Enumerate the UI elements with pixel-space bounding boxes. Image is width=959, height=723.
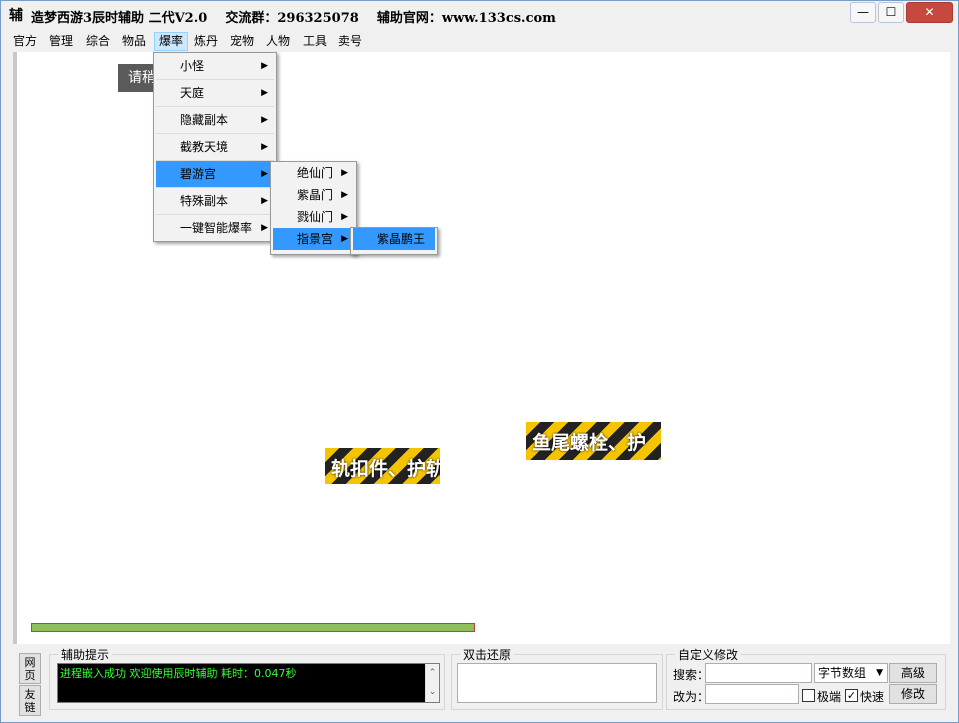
progress-bar [31, 623, 475, 632]
menu-bar: 官方 管理 综合 物品 爆率 炼丹 宠物 人物 工具 卖号 [9, 31, 951, 51]
search-input[interactable] [705, 663, 812, 683]
drop-rate-menu: 小怪 ▶ 天庭 ▶ 隐藏副本 ▶ 截教天境 ▶ 碧游宫 ▶ 特殊副本 ▶ 一键智能爆率 ▶ [153, 52, 277, 242]
fast-checkbox[interactable]: ✓ [845, 689, 858, 702]
submenu-arrow-icon: ▶ [341, 190, 348, 200]
change-label: 改为： [673, 690, 710, 704]
biyou-submenu: 绝仙门 ▶ 紫晶门 ▶ 戮仙门 ▶ 指景宫 ▶ [270, 161, 357, 255]
menu-item-special-dungeon[interactable]: 特殊副本 ▶ [156, 188, 274, 215]
log-scrollbar[interactable]: ⌃ ⌄ [425, 664, 439, 702]
maximize-button[interactable]: ☐ [878, 2, 904, 23]
advanced-button[interactable]: 高级 [889, 663, 937, 683]
submenu-arrow-icon: ▶ [261, 196, 268, 206]
close-button[interactable]: ✕ [906, 2, 953, 23]
menu-character[interactable]: 人物 [262, 32, 294, 51]
window-title: 造梦西游3辰时辅助 二代V2.0 交流群：296325078 辅助官网：www.… [31, 11, 556, 26]
left-strip [13, 52, 17, 644]
banner-image-1: 轨扣件、护轨 [325, 448, 440, 484]
submenu-arrow-icon: ▶ [341, 212, 348, 222]
submenu-arrow-icon: ▶ [341, 234, 348, 244]
fast-label: 快速 [860, 690, 885, 704]
main-window: 辅 造梦西游3辰时辅助 二代V2.0 交流群：296325078 辅助官网：ww… [0, 0, 959, 723]
menu-tools[interactable]: 工具 [299, 32, 331, 51]
submenu-arrow-icon: ▶ [261, 115, 268, 125]
log-output[interactable]: 进程嵌入成功 欢迎使用辰时辅助 耗时：0.047秒 ⌃ ⌄ [57, 663, 440, 703]
links-button[interactable]: 友链 [19, 685, 41, 716]
menu-item-monsters[interactable]: 小怪 ▶ [156, 53, 274, 80]
title-bar[interactable]: 辅 造梦西游3辰时辅助 二代V2.0 交流群：296325078 辅助官网：ww… [1, 1, 958, 30]
banner-text-1: 轨扣件、护轨 [331, 458, 440, 480]
submenu-arrow-icon: ▶ [341, 168, 348, 178]
submenu-arrow-icon: ▶ [261, 223, 268, 233]
log-text: 进程嵌入成功 欢迎使用辰时辅助 耗时：0.047秒 [60, 667, 297, 680]
custom-group-label: 自定义修改 [675, 646, 742, 663]
banner-image-2: 鱼尾螺栓、护 [526, 422, 661, 460]
submenu-item-zijing-pengwang[interactable]: 紫晶鹏王 [353, 228, 435, 250]
zhijing-submenu: 紫晶鹏王 [350, 227, 438, 255]
type-select[interactable]: 字节数组 ▼ [814, 663, 888, 683]
modify-button[interactable]: 修改 [889, 684, 937, 704]
submenu-arrow-icon: ▶ [261, 169, 268, 179]
restore-group-label: 双击还原 [460, 646, 515, 663]
menu-item-smart-rate[interactable]: 一键智能爆率 ▶ [156, 215, 274, 242]
restore-box[interactable] [457, 663, 657, 703]
web-button[interactable]: 网页 [19, 653, 41, 684]
menu-official[interactable]: 官方 [9, 32, 41, 51]
submenu-arrow-icon: ▶ [261, 142, 268, 152]
banner-text-2: 鱼尾螺栓、护 [532, 432, 647, 454]
chevron-down-icon: ▼ [876, 668, 883, 678]
menu-drop-rate[interactable]: 爆率 [154, 32, 189, 51]
menu-general[interactable]: 综合 [82, 32, 114, 51]
menu-item-jiejiao[interactable]: 截教天境 ▶ [156, 134, 274, 161]
menu-sell-account[interactable]: 卖号 [334, 32, 366, 51]
menu-pets[interactable]: 宠物 [226, 32, 258, 51]
menu-manage[interactable]: 管理 [45, 32, 77, 51]
app-icon: 辅 [9, 8, 23, 24]
hint-group-label: 辅助提示 [58, 646, 113, 663]
minimize-button[interactable]: — [850, 2, 876, 23]
extreme-label: 极端 [817, 690, 842, 704]
submenu-item-juexian[interactable]: 绝仙门 ▶ [273, 162, 354, 184]
submenu-arrow-icon: ▶ [261, 61, 268, 71]
change-input[interactable] [705, 684, 799, 704]
bottom-panel: 网页 友链 辅助提示 进程嵌入成功 欢迎使用辰时辅助 耗时：0.047秒 ⌃ ⌄ … [13, 646, 950, 717]
submenu-item-luxian[interactable]: 戮仙门 ▶ [273, 206, 354, 228]
submenu-arrow-icon: ▶ [261, 88, 268, 98]
submenu-item-zhijing[interactable]: 指景宫 ▶ [273, 228, 354, 250]
submenu-item-zijing[interactable]: 紫晶门 ▶ [273, 184, 354, 206]
search-label: 搜索： [673, 668, 710, 682]
extreme-checkbox[interactable] [802, 689, 815, 702]
menu-item-heaven[interactable]: 天庭 ▶ [156, 80, 274, 107]
menu-alchemy[interactable]: 炼丹 [190, 32, 222, 51]
menu-item-hidden-dungeon[interactable]: 隐藏副本 ▶ [156, 107, 274, 134]
menu-item-biyou[interactable]: 碧游宫 ▶ [156, 161, 274, 188]
menu-items[interactable]: 物品 [118, 32, 150, 51]
